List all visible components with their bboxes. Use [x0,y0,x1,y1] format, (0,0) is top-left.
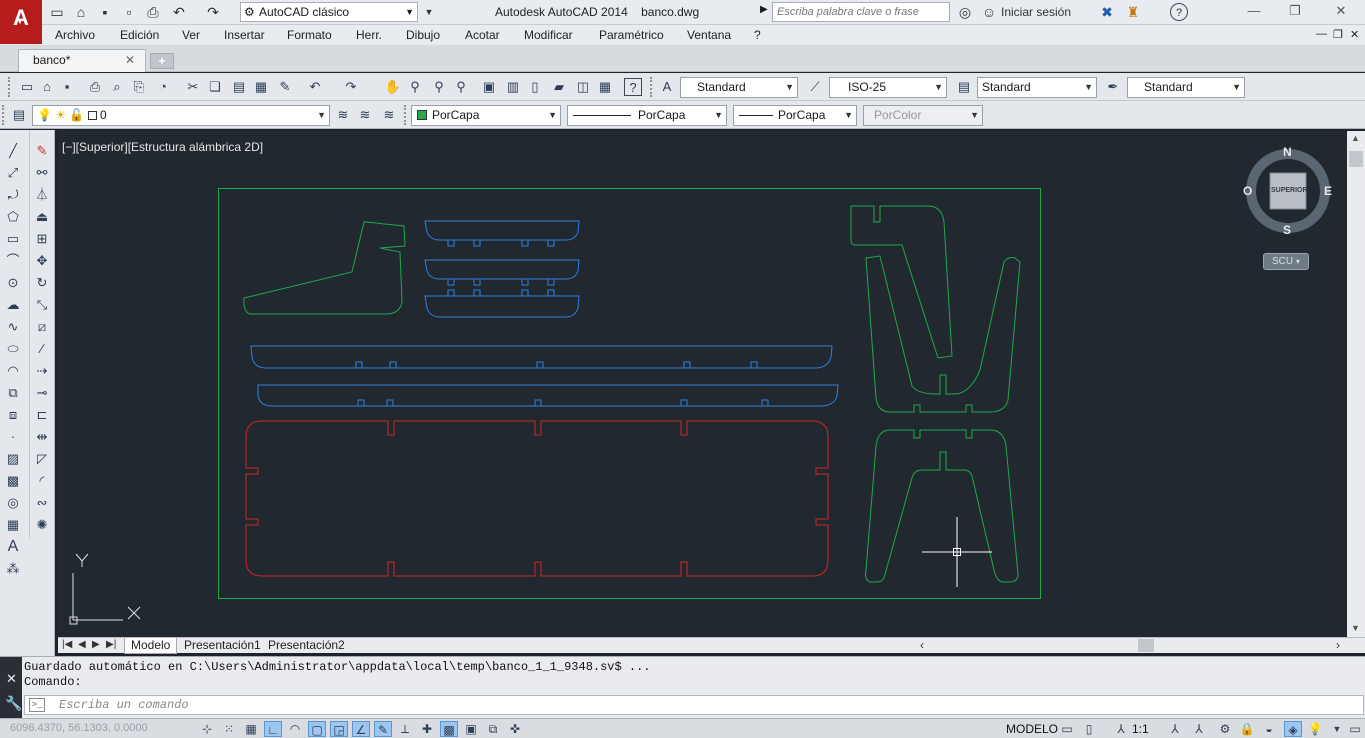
viewcube[interactable]: N S E O SUPERIOR [1243,143,1335,237]
wrench-icon[interactable]: 🔧 [5,695,22,712]
dynamic-input-icon[interactable]: ⟂ [396,721,414,737]
model-space-toggle[interactable]: MODELO [1006,722,1058,736]
annotation-scale-value[interactable]: 1:1 [1132,722,1149,736]
drawing-geometry [69,188,1041,625]
green-leg-piece [865,429,1019,583]
object-snap-tracking-icon[interactable]: ∠ [352,721,370,737]
last-tab-icon[interactable]: ▶| [106,639,116,650]
scroll-down-icon[interactable]: ▼ [1351,623,1360,633]
ucs-menu-button[interactable]: SCU ▾ [1263,253,1309,270]
close-icon[interactable]: ✕ [6,671,17,687]
tab-layout1[interactable]: Presentación1 [178,638,267,654]
transparency-icon[interactable]: ▩ [440,721,458,737]
auto-scale-icon[interactable]: ⅄ [1190,721,1208,737]
hardware-acceleration-icon[interactable]: ◒ [1260,721,1278,737]
crosshair-cursor [922,517,992,587]
green-profile-piece [243,221,406,315]
blue-bar-notches [355,240,769,407]
blue-long-bar [257,384,839,407]
command-history: Guardado automático en C:\Users\Administ… [24,660,651,690]
lock-ui-icon[interactable]: 🔒 [1238,721,1256,737]
viewcube-west[interactable]: O [1243,184,1252,198]
tab-model[interactable]: Modelo [124,638,178,654]
next-tab-icon[interactable]: ▶ [92,639,100,650]
status-bar: 6096.4370, 56.1303, 0.0000 ⊹ ⁙ ▦ ∟ ◠ ▢ ◲… [0,718,1365,738]
snap-mode-icon[interactable]: ⁙ [220,721,238,737]
object-snap-icon[interactable]: ▢ [308,721,326,737]
layout-tab-bar: |◀ ◀ ▶ ▶| Modelo Presentación1 Presentac… [58,637,1365,654]
selection-cycling-icon[interactable]: ⧉ [484,721,502,737]
chevron-down-icon: ▼ [16,17,24,26]
prev-tab-icon[interactable]: ◀ [78,639,86,650]
quick-properties-icon[interactable]: ▣ [462,721,480,737]
ucs-label: SCU [1272,256,1294,267]
polar-tracking-icon[interactable]: ◠ [286,721,304,737]
green-leg-piece [865,255,1021,413]
infer-constraints-icon[interactable]: ⊹ [198,721,216,737]
blue-short-bar [424,220,580,241]
3d-object-snap-icon[interactable]: ◲ [330,721,348,737]
chevron-down-icon: ▾ [1295,257,1300,266]
annotation-monitor-icon[interactable]: ✜ [506,721,524,737]
sheet-boundary [218,188,1041,599]
scroll-left-icon[interactable]: ‹ [920,638,924,652]
command-line-handle[interactable]: ✕ 🔧 [0,657,22,719]
hscroll-thumb[interactable] [1138,639,1154,652]
quick-view-layouts-icon[interactable]: ▭ [1058,721,1076,737]
isolate-objects-icon[interactable]: ◈ [1284,721,1302,737]
grid-icon[interactable]: ▦ [242,721,260,737]
command-line-window: ✕ 🔧 Guardado automático en C:\Users\Admi… [0,656,1365,719]
tab-layout2[interactable]: Presentación2 [262,638,351,654]
scroll-right-icon[interactable]: › [1336,638,1340,652]
command-input[interactable]: >_ Escriba un comando [24,695,1364,715]
workspace-switch-icon[interactable]: ⚙ [1216,721,1234,737]
vertical-scrollbar[interactable]: ▲ ▼ [1347,131,1365,637]
scroll-thumb[interactable] [1349,151,1363,167]
first-tab-icon[interactable]: |◀ [62,639,72,650]
annotation-visibility-icon[interactable]: ⅄ [1166,721,1184,737]
scroll-up-icon[interactable]: ▲ [1351,133,1360,143]
recent-commands-icon[interactable]: >_ [29,698,45,712]
viewcube-east[interactable]: E [1324,184,1332,198]
application-menu-button[interactable]: A ▼ [0,0,42,44]
quick-view-drawings-icon[interactable]: ▯ [1080,721,1098,737]
blue-short-bar [424,295,580,318]
viewcube-north[interactable]: N [1283,145,1292,159]
viewcube-face-top[interactable]: SUPERIOR [1271,187,1308,194]
annotation-scale-icon[interactable]: ⅄ [1112,721,1130,737]
blue-long-bar [250,345,833,369]
ucs-icon [69,553,141,625]
ortho-icon[interactable]: ∟ [264,721,282,737]
cursor-coordinates[interactable]: 6096.4370, 56.1303, 0.0000 [10,722,148,734]
lineweight-icon[interactable]: ✚ [418,721,436,737]
red-seat-board [245,420,829,577]
blue-short-bar [424,259,580,280]
green-leg-piece [850,205,953,359]
lightbulb-icon[interactable]: 💡 [1306,721,1324,737]
history-line: Comando: [24,675,82,689]
history-line: Guardado automático en C:\Users\Administ… [24,660,651,674]
status-menu-icon[interactable]: ▼ [1328,721,1346,737]
command-placeholder: Escriba un comando [59,698,189,712]
dynamic-ucs-icon[interactable]: ✎ [374,721,392,737]
clean-screen-icon[interactable]: ▭ [1346,721,1364,737]
viewcube-south[interactable]: S [1283,223,1291,237]
